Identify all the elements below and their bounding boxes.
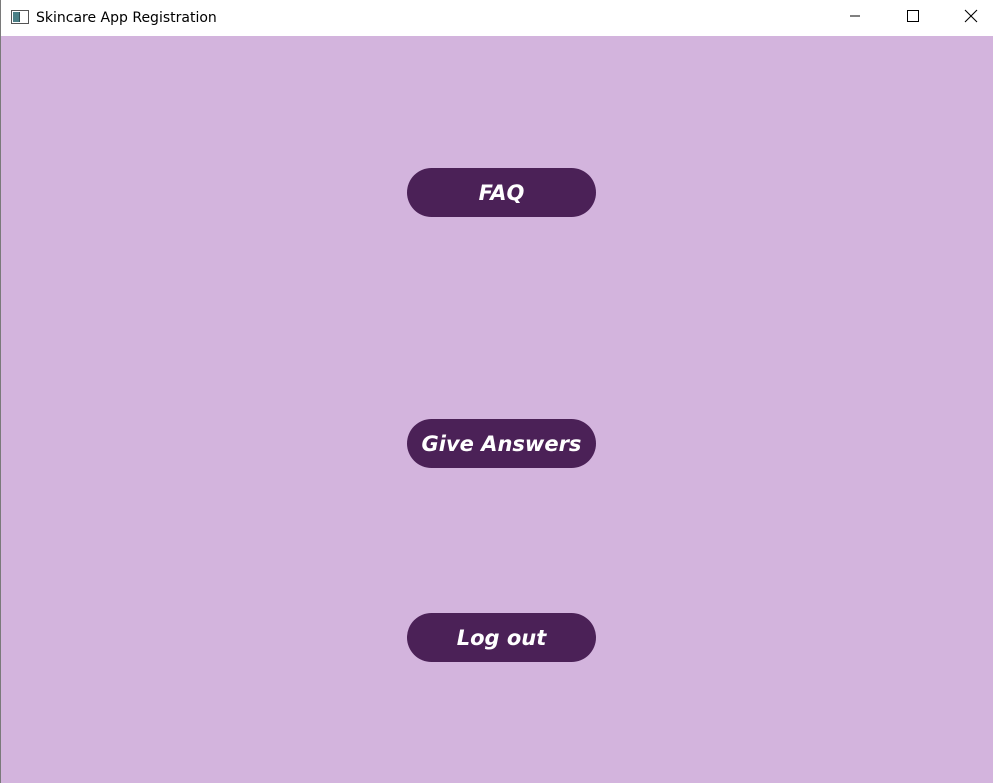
title-bar: Skincare App Registration <box>1 0 993 36</box>
app-window: Skincare App Registration FAQ Give Answe… <box>0 0 993 783</box>
window-title: Skincare App Registration <box>36 10 217 26</box>
close-icon <box>964 9 978 28</box>
minimize-button[interactable] <box>826 0 884 36</box>
logout-button[interactable]: Log out <box>407 613 596 662</box>
main-content: FAQ Give Answers Log out <box>1 36 993 783</box>
minimize-icon <box>849 9 861 27</box>
app-icon <box>11 10 29 24</box>
maximize-icon <box>907 9 919 27</box>
close-button[interactable] <box>942 0 993 36</box>
give-answers-button[interactable]: Give Answers <box>407 419 596 468</box>
maximize-button[interactable] <box>884 0 942 36</box>
faq-button[interactable]: FAQ <box>407 168 596 217</box>
